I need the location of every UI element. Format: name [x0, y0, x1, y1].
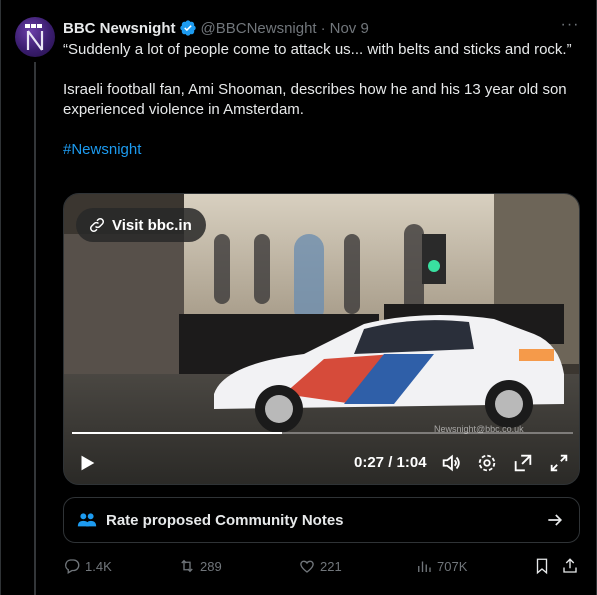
newsnight-logo-icon — [25, 24, 44, 51]
like-count: 221 — [320, 558, 342, 574]
community-people-icon — [77, 513, 97, 527]
play-icon[interactable] — [76, 452, 98, 474]
handle[interactable]: @BBCNewsnight — [201, 20, 317, 37]
display-name[interactable]: BBC Newsnight — [63, 20, 176, 37]
tweet-header: BBC Newsnight @BBCNewsnight · Nov 9 — [63, 18, 369, 38]
reply-button[interactable]: 1.4K — [63, 555, 112, 577]
community-notes-button[interactable]: Rate proposed Community Notes — [63, 497, 580, 543]
avatar[interactable] — [15, 17, 55, 57]
link-icon — [90, 218, 104, 232]
verified-badge-icon[interactable] — [179, 19, 197, 37]
pop-out-icon[interactable] — [512, 452, 534, 474]
hashtag-link[interactable]: #Newsnight — [63, 140, 583, 160]
analytics-icon — [418, 561, 431, 572]
progress-bar[interactable] — [72, 432, 573, 434]
visit-link-label: Visit bbc.in — [112, 216, 192, 234]
quote-text: “Suddenly a lot of people come to attack… — [63, 41, 572, 58]
action-bar: 1.4K 289 221 707K — [63, 555, 583, 577]
repost-button[interactable]: 289 — [178, 555, 222, 577]
reply-icon — [65, 559, 80, 574]
repost-icon — [181, 559, 193, 573]
volume-icon[interactable] — [440, 452, 462, 474]
repost-count: 289 — [200, 558, 222, 574]
separator: · — [320, 19, 326, 37]
bookmark-button[interactable] — [533, 555, 551, 577]
view-count: 707K — [437, 558, 468, 574]
tweet-text: “Suddenly a lot of people come to attack… — [63, 40, 583, 160]
video-time: 0:27 / 1:04 — [354, 454, 427, 471]
share-button[interactable] — [561, 555, 579, 577]
video-player[interactable]: Visit bbc.in Newsnight@bbc.co.uk 0:27 / … — [63, 193, 580, 485]
reply-count: 1.4K — [85, 558, 112, 574]
share-icon — [563, 558, 577, 573]
settings-gear-icon[interactable] — [476, 452, 498, 474]
visit-link-button[interactable]: Visit bbc.in — [76, 208, 206, 242]
community-notes-label: Rate proposed Community Notes — [106, 511, 344, 529]
thread-line — [34, 62, 36, 595]
description-text: Israeli football fan, Ami Shooman, descr… — [63, 81, 567, 118]
like-button[interactable]: 221 — [298, 555, 342, 577]
heart-icon — [300, 560, 314, 573]
more-options-icon[interactable]: ··· — [560, 17, 580, 38]
views-button[interactable]: 707K — [415, 555, 467, 577]
tweet-date[interactable]: Nov 9 — [330, 20, 369, 37]
tweet[interactable]: BBC Newsnight @BBCNewsnight · Nov 9 ··· … — [0, 0, 597, 595]
progress-fill — [72, 432, 283, 434]
bookmark-icon — [536, 558, 548, 575]
fullscreen-icon[interactable] — [548, 452, 570, 474]
arrow-right-icon — [548, 514, 563, 526]
video-controls: 0:27 / 1:04 — [64, 444, 579, 482]
